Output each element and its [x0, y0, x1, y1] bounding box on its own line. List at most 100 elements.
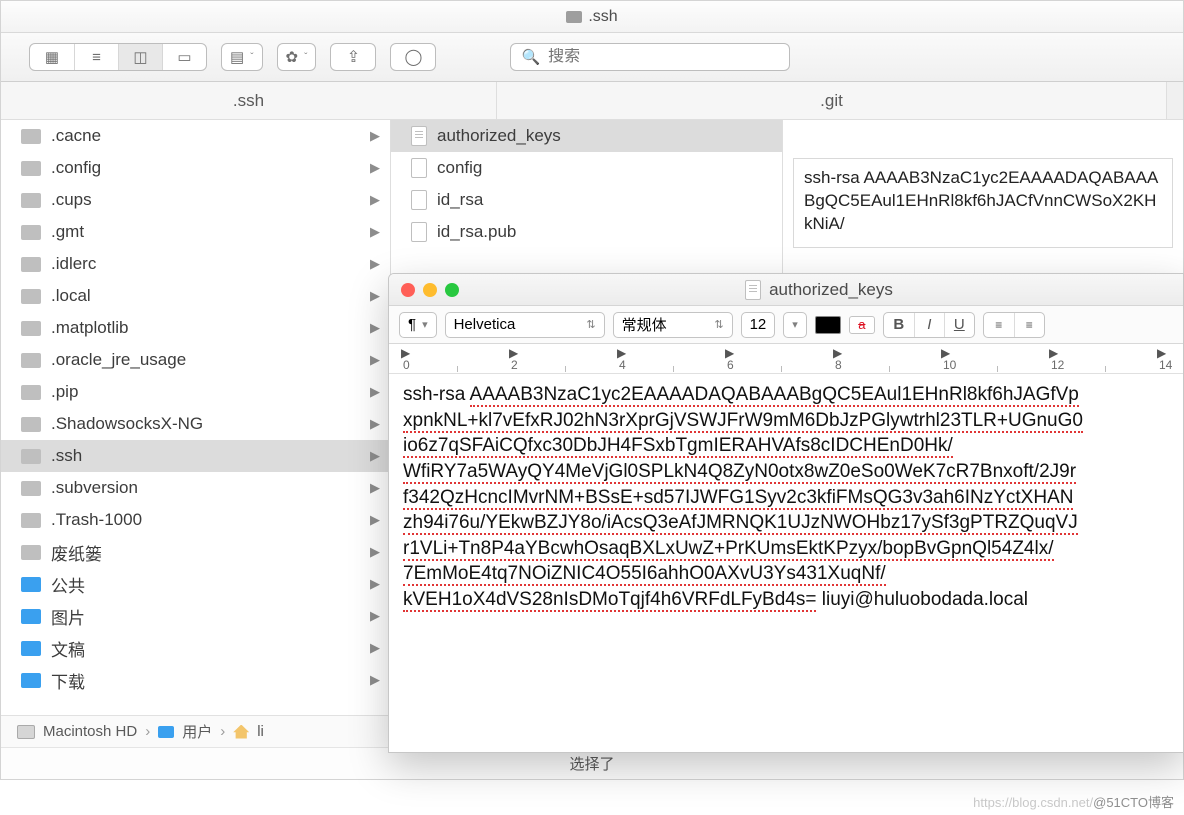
text-spellcheck-span: io6z7qSFAiCQfxc30DbJH4FSxbTgmIERAHVAfs8c… [403, 435, 953, 458]
font-size-stepper[interactable]: ▾ [783, 312, 807, 338]
chevron-right-icon: ▶ [370, 672, 380, 688]
list-item[interactable]: .config ▶ [1, 152, 390, 184]
list-item[interactable]: .cups▶ [1, 184, 390, 216]
item-label: authorized_keys [437, 126, 561, 146]
chevron-right-icon: ▶ [370, 288, 380, 304]
search-input[interactable] [548, 48, 779, 66]
path-disk[interactable]: Macintosh HD [43, 723, 137, 740]
list-item[interactable]: .ShadowsocksX-NG▶ [1, 408, 390, 440]
list-item[interactable]: .pip▶ [1, 376, 390, 408]
column-1[interactable]: .cacne▶.config▶.cups▶.gmt▶.idlerc▶.local… [1, 120, 391, 730]
folder-icon [21, 193, 41, 208]
text-plain: ssh-rsa [403, 384, 470, 405]
path-separator: › [145, 723, 150, 740]
minimize-button[interactable] [423, 283, 437, 297]
text-spellcheck-span: WfiRY7a5WAyQY4MeVjGl0SPLkN4Q8ZyN0otx8wZ0… [403, 461, 1076, 484]
file-icon [411, 222, 427, 242]
list-item[interactable]: .oracle_jre_usage▶ [1, 344, 390, 376]
tab-git[interactable]: .git [497, 82, 1167, 119]
chevron-right-icon: ▶ [370, 512, 380, 528]
tab-ssh[interactable]: .ssh [1, 82, 497, 119]
view-mode-segment[interactable]: ▦ ≡ ◫ ▭ [29, 43, 207, 71]
action-menu[interactable]: ✿ˇ [277, 43, 317, 71]
chevron-down-icon: ▾ [422, 318, 428, 331]
search-icon: 🔍 [521, 48, 540, 66]
list-item[interactable]: id_rsa [391, 184, 782, 216]
ruler-tick [889, 366, 890, 372]
folder-icon [21, 257, 41, 272]
folder-icon [21, 545, 41, 560]
font-style-select[interactable]: 常规体⇅ [613, 312, 733, 338]
folder-icon [21, 417, 41, 432]
list-item[interactable]: 公共▶ [1, 568, 390, 600]
item-label: 图片 [51, 604, 85, 629]
search-field[interactable]: 🔍 [510, 43, 790, 71]
preview-pane: ssh-rsa AAAAB3NzaC1yc2EAAAADAQABAAABgQC5… [793, 158, 1173, 248]
chevron-right-icon: ▶ [370, 160, 380, 176]
font-family-select[interactable]: Helvetica⇅ [445, 312, 605, 338]
list-item[interactable]: .matplotlib▶ [1, 312, 390, 344]
list-item[interactable]: .gmt▶ [1, 216, 390, 248]
ruler-number: 4 [619, 358, 626, 372]
close-button[interactable] [401, 283, 415, 297]
tags-button[interactable]: ◯ [390, 43, 436, 71]
share-button[interactable]: ⇪ [330, 43, 376, 71]
path-users[interactable]: 用户 [182, 721, 212, 742]
font-size-field[interactable]: 12 [741, 312, 776, 338]
list-item[interactable]: .Trash-1000▶ [1, 504, 390, 536]
finder-titlebar[interactable]: .ssh [1, 1, 1183, 33]
bold-button[interactable]: B [884, 313, 914, 337]
item-label: 文稿 [51, 636, 85, 661]
item-label: .ShadowsocksX-NG [51, 414, 203, 434]
icon-view-button[interactable]: ▦ [30, 44, 74, 70]
chevron-right-icon: ▶ [370, 544, 380, 560]
list-item[interactable]: .cacne▶ [1, 120, 390, 152]
text-format-segment[interactable]: B I U [883, 312, 975, 338]
gallery-view-button[interactable]: ▭ [162, 44, 206, 70]
textedit-titlebar[interactable]: authorized_keys [389, 274, 1183, 306]
folder-icon [21, 225, 41, 240]
disk-icon [17, 725, 35, 739]
text-spellcheck-span: kVEH1oX4dVS28nIsDMoTqjf4h6VRFdLFyBd4s= [403, 589, 816, 612]
alignment-segment[interactable]: ≡ ≡ [983, 312, 1045, 338]
list-view-button[interactable]: ≡ [74, 44, 118, 70]
align-center-button[interactable]: ≡ [1014, 313, 1044, 337]
list-item[interactable]: 图片▶ [1, 600, 390, 632]
gear-icon: ✿ [286, 48, 299, 66]
list-item[interactable]: .idlerc▶ [1, 248, 390, 280]
italic-button[interactable]: I [914, 313, 944, 337]
list-item[interactable]: .subversion▶ [1, 472, 390, 504]
text-body[interactable]: ssh-rsa AAAAB3NzaC1yc2EAAAADAQABAAABgQC5… [389, 374, 1183, 623]
chevron-right-icon: ▶ [370, 576, 380, 592]
list-item[interactable]: 废纸篓▶ [1, 536, 390, 568]
item-label: .cacne [51, 126, 101, 146]
list-item[interactable]: 文稿▶ [1, 632, 390, 664]
group-by-dropdown[interactable]: ▤ˇ [221, 43, 263, 71]
list-item[interactable]: .ssh▶ [1, 440, 390, 472]
text-color-swatch[interactable] [815, 316, 841, 334]
tab-overflow[interactable] [1167, 82, 1183, 119]
columns-header: .ssh .git [1, 82, 1183, 120]
underline-button[interactable]: U [944, 313, 974, 337]
folder-icon [21, 353, 41, 368]
zoom-button[interactable] [445, 283, 459, 297]
align-left-button[interactable]: ≡ [984, 313, 1014, 337]
path-home[interactable]: li [257, 723, 264, 740]
list-item[interactable]: authorized_keys [391, 120, 782, 152]
item-label: .config [51, 158, 101, 178]
item-label: .subversion [51, 478, 138, 498]
list-item[interactable]: 下载▶ [1, 664, 390, 696]
list-item[interactable]: .local▶ [1, 280, 390, 312]
item-label: .cups [51, 190, 92, 210]
chevron-down-icon: ▾ [792, 318, 798, 331]
column-view-button[interactable]: ◫ [118, 44, 162, 70]
folder-icon [21, 385, 41, 400]
ruler-number: 14 [1159, 358, 1172, 372]
ruler[interactable]: ▶0▶2▶4▶6▶8▶10▶12▶14 [389, 344, 1183, 374]
paragraph-style-select[interactable]: ¶▾ [399, 312, 437, 338]
highlight-color-button[interactable]: a [849, 316, 875, 334]
list-item[interactable]: config [391, 152, 782, 184]
list-item[interactable]: id_rsa.pub [391, 216, 782, 248]
text-spellcheck-span: zh94i76u/YEkwBZJY8o/iAcsQ3eAfJMRNQK1UJzN… [403, 512, 1078, 535]
ruler-number: 2 [511, 358, 518, 372]
